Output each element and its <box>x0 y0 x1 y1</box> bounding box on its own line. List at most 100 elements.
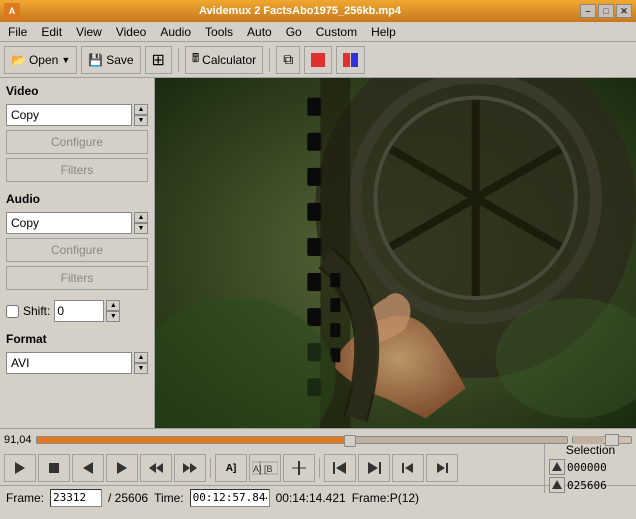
shift-input[interactable] <box>54 300 104 322</box>
menu-item-view[interactable]: View <box>70 23 108 41</box>
selection-a-row: 000000 <box>549 459 632 475</box>
menu-item-audio[interactable]: Audio <box>154 23 197 41</box>
ctrl-sep-1 <box>210 458 211 478</box>
format-spinner: ▲ ▼ <box>134 352 148 374</box>
prev-keyframe-button[interactable] <box>392 454 424 482</box>
color2-icon <box>343 53 358 67</box>
next-keyframe-button[interactable] <box>426 454 458 482</box>
open-button[interactable]: 📂 Open ▼ <box>4 46 77 74</box>
svg-text:A]: A] <box>253 464 262 474</box>
calculator-icon: 🖩 <box>192 49 199 70</box>
audio-filters-button[interactable]: Filters <box>6 266 148 290</box>
separator-2 <box>269 48 270 72</box>
view-btn-1[interactable]: ⧉ <box>276 46 300 74</box>
minimize-button[interactable]: – <box>580 4 596 18</box>
frame-icon: ⧉ <box>283 51 293 68</box>
video-codec-spinner: ▲ ▼ <box>134 104 148 126</box>
shift-up[interactable]: ▲ <box>106 300 120 311</box>
scrubber-thumb[interactable] <box>344 435 356 447</box>
format-section-label: Format <box>6 332 148 346</box>
unknown-btn-1[interactable]: ⊞ <box>145 46 172 74</box>
rewind-button[interactable] <box>140 454 172 482</box>
scrubber-position-label: 91,04 <box>4 434 32 446</box>
save-button[interactable]: 💾 Save <box>81 46 140 74</box>
audio-codec-spinner: ▲ ▼ <box>134 212 148 234</box>
open-folder-icon: 📂 <box>11 53 26 67</box>
app-icon: A <box>4 3 20 19</box>
total-frames-label: / 25606 <box>108 491 148 505</box>
mark-a-button[interactable]: A] <box>215 454 247 482</box>
titlebar-title: Avidemux 2 FactsAbo1975_256kb.mp4 <box>20 5 580 17</box>
controls-row: A] A] [B <box>0 451 636 485</box>
menu-item-go[interactable]: Go <box>280 23 308 41</box>
video-codec-row: Copy ▲ ▼ <box>6 104 148 126</box>
mark-b-button[interactable]: A] [B <box>249 454 281 482</box>
selection-a-marker[interactable] <box>549 459 565 475</box>
titlebar-left: A <box>4 3 20 19</box>
menu-item-file[interactable]: File <box>2 23 33 41</box>
audio-codec-row: Copy ▲ ▼ <box>6 212 148 234</box>
selection-b-row: 025606 <box>549 477 632 493</box>
menu-item-auto[interactable]: Auto <box>241 23 278 41</box>
video-configure-button[interactable]: Configure <box>6 130 148 154</box>
play-button[interactable] <box>4 454 36 482</box>
audio-section-label: Audio <box>6 192 148 206</box>
format-select[interactable]: AVI <box>6 352 132 374</box>
video-area <box>155 78 636 428</box>
video-codec-up[interactable]: ▲ <box>134 104 148 115</box>
format-row: AVI ▲ ▼ <box>6 352 148 374</box>
shift-label: Shift: <box>23 304 50 318</box>
menu-item-custom[interactable]: Custom <box>310 23 363 41</box>
color-icon <box>311 53 325 67</box>
calculator-button[interactable]: 🖩 Calculator <box>185 46 263 74</box>
frame-type-label: Frame:P(12) <box>352 491 419 505</box>
fast-forward-button[interactable] <box>174 454 206 482</box>
scrubber-track[interactable] <box>36 436 568 444</box>
titlebar-buttons: – □ ✕ <box>580 4 632 18</box>
separator-1 <box>178 48 179 72</box>
selection-title: Selection <box>549 443 632 457</box>
audio-codec-down[interactable]: ▼ <box>134 223 148 234</box>
selection-b-marker[interactable] <box>549 477 565 493</box>
audio-configure-button[interactable]: Configure <box>6 238 148 262</box>
menu-item-help[interactable]: Help <box>365 23 402 41</box>
view-btn-3[interactable] <box>336 46 365 74</box>
nav-icon: ⊞ <box>152 50 165 70</box>
status-row: Frame: / 25606 Time: 00:14:14.421 Frame:… <box>0 485 636 509</box>
video-filters-button[interactable]: Filters <box>6 158 148 182</box>
toolbar: 📂 Open ▼ 💾 Save ⊞ 🖩 Calculator ⧉ <box>0 42 636 78</box>
view-btn-2[interactable] <box>304 46 332 74</box>
goto-end-button[interactable] <box>358 454 390 482</box>
cut-button[interactable] <box>283 454 315 482</box>
selection-panel: Selection 000000 025606 <box>544 443 632 493</box>
svg-text:[B: [B <box>264 464 273 474</box>
menubar: FileEditViewVideoAudioToolsAutoGoCustomH… <box>0 22 636 42</box>
prev-frame-button[interactable] <box>72 454 104 482</box>
video-section-label: Video <box>6 84 148 98</box>
frame-value-input[interactable] <box>50 489 102 507</box>
audio-codec-up[interactable]: ▲ <box>134 212 148 223</box>
next-frame-button[interactable] <box>106 454 138 482</box>
menu-item-video[interactable]: Video <box>110 23 152 41</box>
open-dropdown-icon[interactable]: ▼ <box>61 55 70 65</box>
video-codec-select[interactable]: Copy <box>6 104 132 126</box>
maximize-button[interactable]: □ <box>598 4 614 18</box>
time-end-label: 00:14:14.421 <box>276 491 346 505</box>
shift-down[interactable]: ▼ <box>106 311 120 322</box>
video-frame <box>155 78 636 428</box>
menu-item-tools[interactable]: Tools <box>199 23 239 41</box>
ctrl-sep-2 <box>319 458 320 478</box>
titlebar: A Avidemux 2 FactsAbo1975_256kb.mp4 – □ … <box>0 0 636 22</box>
time-value-input[interactable] <box>190 489 270 507</box>
format-up[interactable]: ▲ <box>134 352 148 363</box>
video-codec-down[interactable]: ▼ <box>134 115 148 126</box>
save-icon: 💾 <box>88 53 103 67</box>
menu-item-edit[interactable]: Edit <box>35 23 68 41</box>
format-down[interactable]: ▼ <box>134 363 148 374</box>
goto-start-button[interactable] <box>324 454 356 482</box>
stop-button[interactable] <box>38 454 70 482</box>
scrubber-row: 91,04 <box>0 429 636 451</box>
audio-codec-select[interactable]: Copy <box>6 212 132 234</box>
close-button[interactable]: ✕ <box>616 4 632 18</box>
shift-checkbox[interactable] <box>6 305 19 318</box>
